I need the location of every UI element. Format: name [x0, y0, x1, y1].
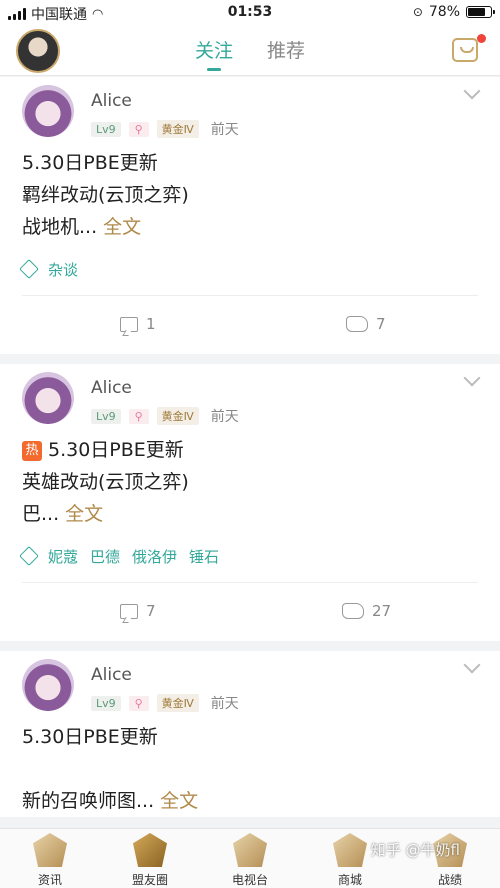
post-header: Alice Lv9 ⚲ 黄金Ⅳ 前天 — [0, 77, 500, 147]
post-line: 5.30日PBE更新 — [22, 152, 158, 174]
tag-item[interactable]: 巴德 — [90, 546, 120, 567]
author-name[interactable]: Alice — [91, 378, 132, 398]
tag-icon — [19, 259, 39, 279]
friends-circle-icon — [133, 833, 167, 867]
level-badge: Lv9 — [91, 695, 121, 711]
rank-badge: 黄金Ⅳ — [156, 120, 199, 138]
post-header: Alice Lv9 ⚲ 黄金Ⅳ 前天 — [0, 651, 500, 721]
post-line — [22, 753, 478, 785]
nav-friends-circle[interactable]: 盟友圈 — [100, 829, 200, 888]
comment-count: 7 — [146, 602, 156, 620]
nav-tv[interactable]: 电视台 — [200, 829, 300, 888]
store-icon — [333, 833, 367, 867]
nav-label: 战绩 — [437, 873, 462, 887]
chevron-down-icon[interactable] — [463, 369, 481, 387]
search-badge-icon: ⚲ — [128, 695, 149, 711]
post-line: 羁绊改动(云顶之弈) — [22, 184, 189, 206]
read-more-link[interactable]: 全文 — [103, 216, 141, 238]
feed-tabs: 关注 推荐 — [0, 36, 500, 71]
rank-badge: 黄金Ⅳ — [156, 407, 199, 425]
level-badge: Lv9 — [91, 408, 121, 424]
nav-label: 商城 — [337, 873, 362, 887]
battery-icon — [466, 6, 495, 18]
news-icon — [33, 833, 67, 867]
nav-label: 电视台 — [231, 873, 268, 887]
post-content[interactable]: 热 5.30日PBE更新 英雄改动(云顶之弈) 巴... 全文 — [0, 434, 500, 530]
status-right: ⊙ 78% — [412, 4, 495, 20]
comment-icon — [120, 603, 138, 619]
read-more-link[interactable]: 全文 — [160, 790, 198, 812]
tag-item[interactable]: 俄洛伊 — [132, 546, 177, 567]
comment-button[interactable]: 7 — [120, 602, 156, 620]
post-time: 前天 — [210, 696, 239, 712]
chevron-down-icon[interactable] — [463, 656, 481, 674]
post-line-text: 巴... — [22, 503, 60, 525]
tab-following[interactable]: 关注 — [195, 36, 233, 71]
post-line-text: 新的召唤师图... — [22, 790, 155, 812]
battery-percent: 78% — [428, 4, 460, 20]
status-bar: 中国联通 ◠ 01:53 ⊙ 78% — [0, 0, 500, 26]
author-meta: Lv9 ⚲ 黄金Ⅳ 前天 — [91, 693, 239, 713]
post-card[interactable]: Alice Lv9 ⚲ 黄金Ⅳ 前天 热 5.30日PBE更新 英雄改动(云顶之弈… — [0, 364, 500, 641]
tag-item[interactable]: 妮蔻 — [48, 546, 78, 567]
post-tags: 妮蔻 巴德 俄洛伊 锤石 — [0, 530, 500, 570]
author-avatar[interactable] — [22, 85, 74, 137]
post-line-text: 战地机... — [22, 216, 98, 238]
search-badge-icon: ⚲ — [128, 121, 149, 137]
search-badge-icon: ⚲ — [128, 408, 149, 424]
author-avatar[interactable] — [22, 659, 74, 711]
hot-badge: 热 — [22, 441, 42, 461]
post-line: 英雄改动(云顶之弈) — [22, 471, 189, 493]
top-header: 关注 推荐 — [0, 26, 500, 76]
post-line: 5.30日PBE更新 — [22, 726, 158, 748]
bottom-nav: 资讯 盟友圈 电视台 商城 战绩 知乎 @牛奶fl — [0, 828, 500, 888]
like-button[interactable]: 7 — [346, 315, 386, 333]
post-content[interactable]: 5.30日PBE更新 羁绊改动(云顶之弈) 战地机... 全文 — [0, 147, 500, 243]
tag-item[interactable]: 锤石 — [189, 546, 219, 567]
post-card[interactable]: Alice Lv9 ⚲ 黄金Ⅳ 前天 5.30日PBE更新 羁绊改动(云顶之弈)… — [0, 77, 500, 354]
post-content[interactable]: 5.30日PBE更新 新的召唤师图... 全文 — [0, 721, 500, 817]
post-line: 战地机... 全文 — [22, 211, 478, 243]
notification-dot — [477, 34, 486, 43]
nav-label: 资讯 — [37, 873, 62, 887]
level-badge: Lv9 — [91, 121, 121, 137]
post-card[interactable]: Alice Lv9 ⚲ 黄金Ⅳ 前天 5.30日PBE更新 新的召唤师图... … — [0, 651, 500, 817]
watermark: 知乎 @牛奶fl — [370, 841, 460, 859]
read-more-link[interactable]: 全文 — [65, 503, 103, 525]
post-line: 新的召唤师图... 全文 — [22, 785, 478, 817]
like-icon — [342, 603, 364, 619]
post-line-text: 5.30日PBE更新 — [48, 439, 184, 461]
author-name[interactable]: Alice — [91, 665, 132, 685]
author-name[interactable]: Alice — [91, 91, 132, 111]
tab-recommended[interactable]: 推荐 — [267, 36, 305, 63]
like-count: 27 — [372, 602, 392, 620]
nav-label: 盟友圈 — [131, 873, 168, 887]
like-count: 7 — [376, 315, 386, 333]
comment-button[interactable]: 1 — [120, 315, 156, 333]
post-header: Alice Lv9 ⚲ 黄金Ⅳ 前天 — [0, 364, 500, 434]
nav-news[interactable]: 资讯 — [0, 829, 100, 888]
comment-icon — [120, 316, 138, 332]
chevron-down-icon[interactable] — [463, 82, 481, 100]
post-time: 前天 — [210, 409, 239, 425]
post-actions: 7 27 — [0, 583, 500, 641]
rotation-lock-icon: ⊙ — [412, 5, 423, 19]
author-meta: Lv9 ⚲ 黄金Ⅳ 前天 — [91, 406, 239, 426]
tv-icon — [233, 833, 267, 867]
comment-count: 1 — [146, 315, 156, 333]
rank-badge: 黄金Ⅳ — [156, 694, 199, 712]
tag-icon — [19, 546, 39, 566]
feed-list: Alice Lv9 ⚲ 黄金Ⅳ 前天 5.30日PBE更新 羁绊改动(云顶之弈)… — [0, 77, 500, 827]
post-time: 前天 — [210, 122, 239, 138]
tag-item[interactable]: 杂谈 — [48, 259, 78, 280]
post-actions: 1 7 — [0, 296, 500, 354]
author-avatar[interactable] — [22, 372, 74, 424]
post-line: 巴... 全文 — [22, 498, 478, 530]
author-meta: Lv9 ⚲ 黄金Ⅳ 前天 — [91, 119, 239, 139]
message-icon[interactable] — [452, 38, 478, 62]
post-line: 热 5.30日PBE更新 — [22, 434, 478, 466]
like-icon — [346, 316, 368, 332]
post-tags: 杂谈 — [0, 243, 500, 283]
like-button[interactable]: 27 — [342, 602, 391, 620]
